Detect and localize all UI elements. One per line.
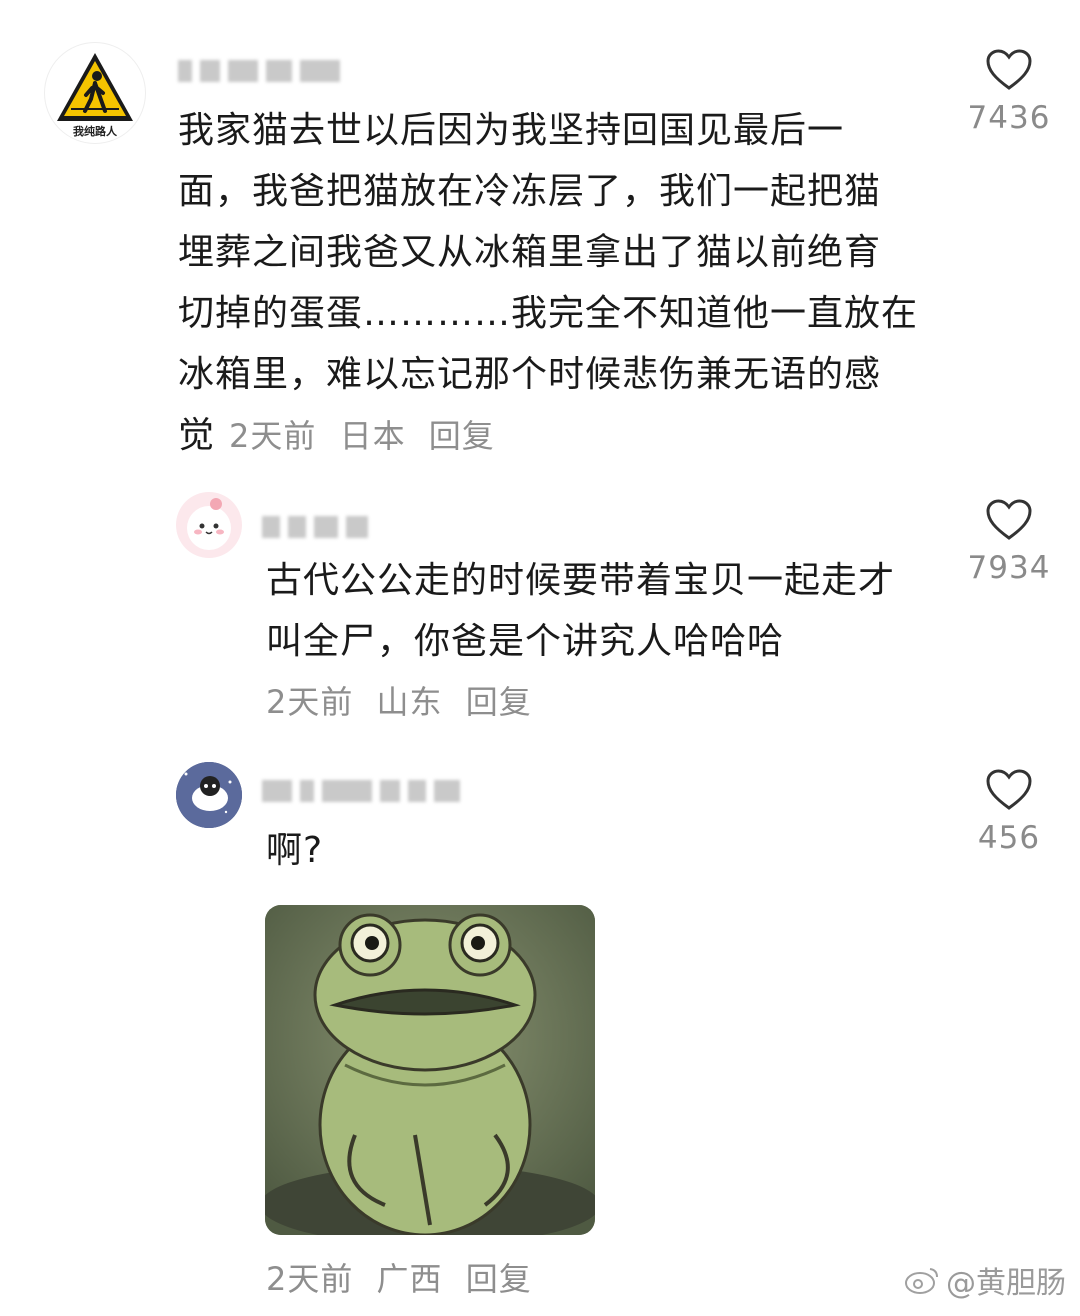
like-count: 7934 <box>967 550 1051 586</box>
comment-line: 古代公公走的时候要带着宝贝一起走才 <box>266 560 896 601</box>
comment-line: 埋葬之间我爸又从冰箱里拿出了猫以前绝育 <box>178 232 882 273</box>
like-button[interactable]: 7934 <box>964 498 1054 586</box>
comment-text: 古代公公走的时候要带着宝贝一起走才 叫全尸，你爸是个讲究人哈哈哈 2天前 山东 … <box>266 550 946 733</box>
comment-time: 2天前 <box>266 1260 354 1298</box>
cartoon-avatar-icon <box>187 498 231 550</box>
comment-time: 2天前 <box>266 683 354 721</box>
reply-button[interactable]: 回复 <box>466 683 532 721</box>
comment-text: 我家猫去世以后因为我坚持回国见最后一 面，我爸把猫放在冷冻层了，我们一起把猫 埋… <box>178 100 938 467</box>
watermark: @黄胆肠 <box>904 1258 1066 1302</box>
frog-meme-image <box>265 905 595 1235</box>
comment-time: 2天前 <box>229 417 317 455</box>
like-button[interactable]: 7436 <box>964 48 1054 136</box>
watermark-text: @黄胆肠 <box>946 1266 1066 1301</box>
comment-line: 叫全尸，你爸是个讲究人哈哈哈 <box>266 621 785 662</box>
comment-line: 面，我爸把猫放在冷冻层了，我们一起把猫 <box>178 171 882 212</box>
heart-icon <box>986 499 1032 540</box>
like-count: 7436 <box>967 100 1051 136</box>
comment-text: 啊? <box>266 820 666 881</box>
avatar[interactable] <box>176 492 242 558</box>
comment-line: 觉 <box>178 415 216 456</box>
like-count: 456 <box>977 820 1041 856</box>
comment-line: 我家猫去世以后因为我坚持回国见最后一 <box>178 110 845 151</box>
avatar[interactable]: 我纯路人 <box>44 42 146 144</box>
comment-line: 切掉的蛋蛋…………我完全不知道他一直放在 <box>178 293 919 334</box>
reply-button[interactable]: 回复 <box>466 1260 532 1298</box>
comment-line: 啊? <box>266 830 324 871</box>
comment-location: 日本 <box>339 417 406 455</box>
cartoon-avatar-icon <box>176 762 242 828</box>
username-blurred[interactable] <box>262 514 368 540</box>
comment-image[interactable] <box>265 905 595 1235</box>
username-blurred[interactable] <box>178 58 340 84</box>
comment-location: 广西 <box>376 1260 443 1298</box>
comment-line: 冰箱里，难以忘记那个时候悲伤兼无语的感 <box>178 354 882 395</box>
avatar[interactable] <box>176 762 242 828</box>
comment-location: 山东 <box>376 683 443 721</box>
like-button[interactable]: 456 <box>964 768 1054 856</box>
heart-icon <box>986 769 1032 810</box>
avatar-badge: 我纯路人 <box>73 125 117 138</box>
username-blurred[interactable] <box>262 778 460 804</box>
heart-icon <box>986 49 1032 90</box>
weibo-icon <box>905 1268 938 1294</box>
reply-button[interactable]: 回复 <box>429 417 495 455</box>
